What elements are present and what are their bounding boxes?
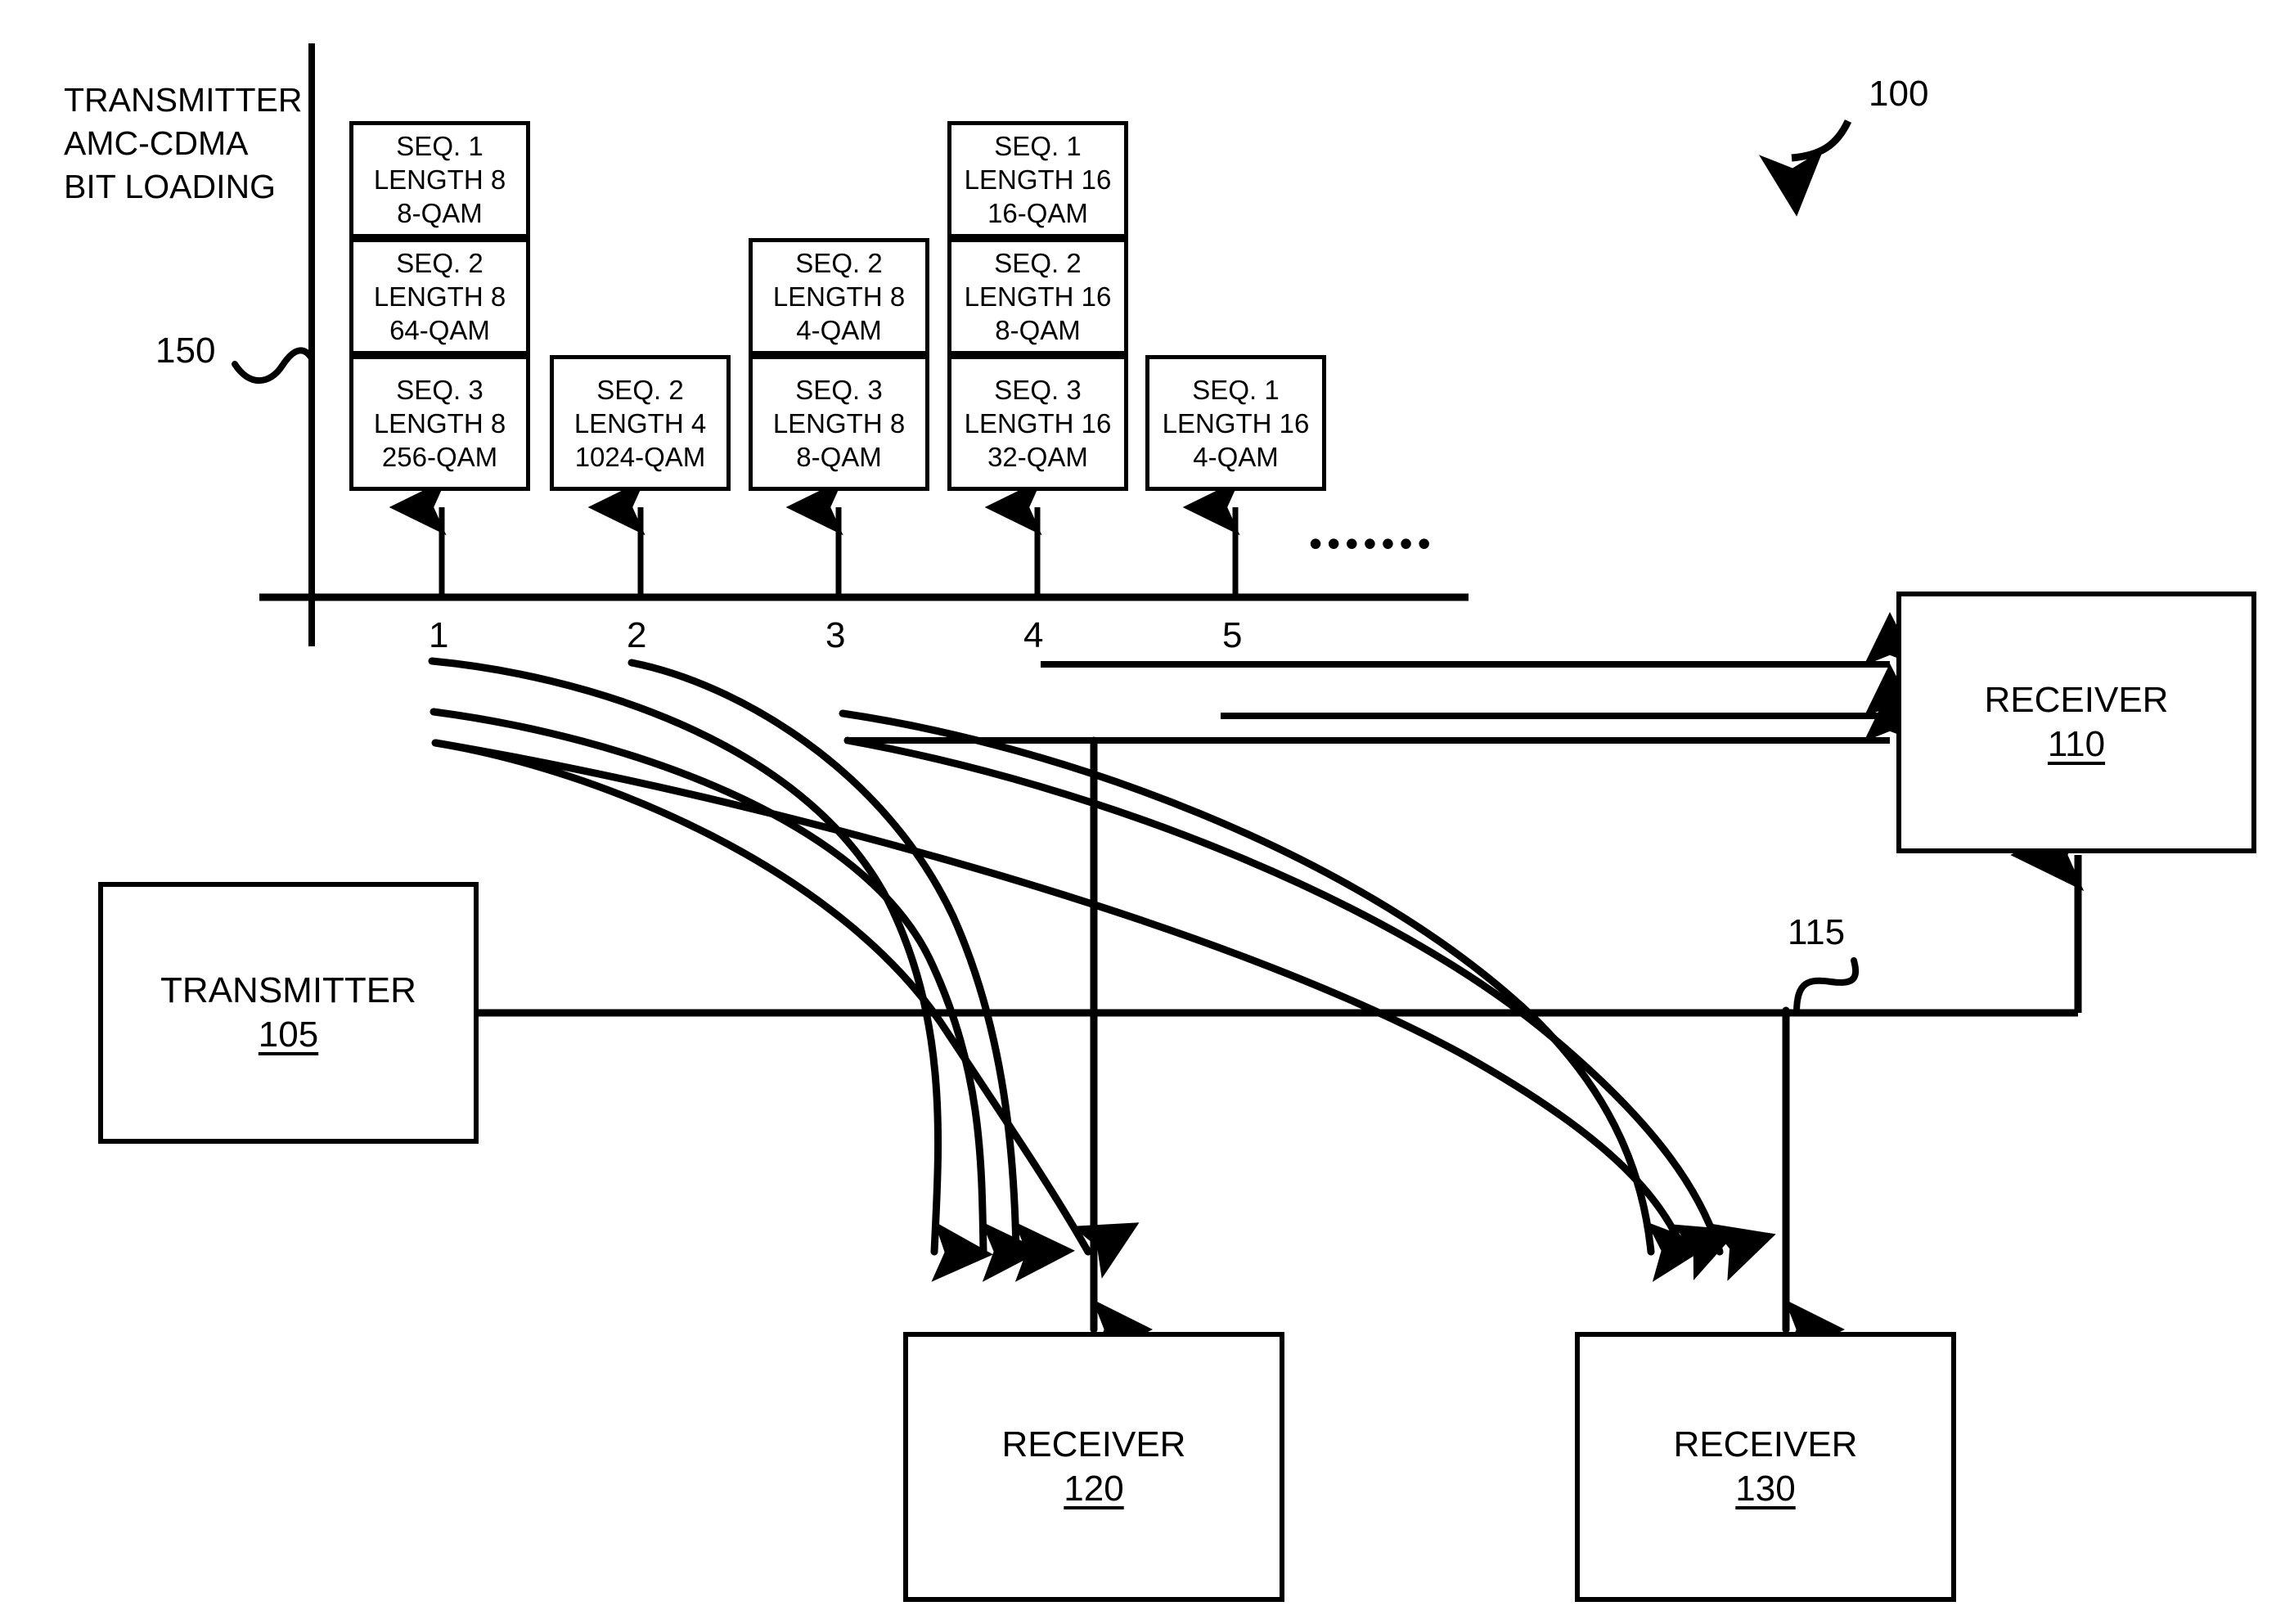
axis-title: TRANSMITTER AMC-CDMA BIT LOADING: [64, 79, 309, 209]
tick-label-4: 4: [1023, 615, 1044, 655]
tick-label-5: 5: [1222, 615, 1243, 655]
seq-label: SEQ. 1: [396, 131, 484, 161]
block-ref: 120: [1064, 1469, 1124, 1509]
block-ref: 105: [258, 1014, 319, 1055]
axis-title-line-1: TRANSMITTER: [64, 81, 303, 119]
seq-length: LENGTH 16: [964, 164, 1112, 195]
seq-length: LENGTH 8: [373, 164, 506, 195]
seq-length: LENGTH 8: [373, 407, 506, 439]
seq-length: LENGTH 8: [772, 407, 906, 439]
ref-115-leader: [1793, 957, 1860, 1016]
seq-label: SEQ. 2: [795, 248, 883, 278]
seq-qam: 256-QAM: [381, 441, 498, 472]
tick-label-2: 2: [627, 615, 647, 655]
seq-qam: 8-QAM: [796, 441, 882, 472]
seq-box[interactable]: SEQ. 3 LENGTH 16 32-QAM: [947, 355, 1128, 491]
seq-label: SEQ. 3: [396, 374, 484, 405]
seq-qam: 16-QAM: [987, 198, 1088, 228]
block-title: RECEIVER: [1984, 680, 2169, 720]
seq-label: SEQ. 3: [994, 374, 1082, 405]
seq-qam: 4-QAM: [1193, 441, 1279, 472]
seq-qam: 64-QAM: [389, 315, 490, 345]
seq-label: SEQ. 2: [396, 248, 484, 278]
seq-length: LENGTH 16: [964, 407, 1112, 439]
seq-box[interactable]: SEQ. 1 LENGTH 8 8-QAM: [349, 121, 530, 238]
seq-label: SEQ. 1: [1192, 374, 1280, 405]
ellipsis-marker: •••••••: [1309, 522, 1436, 565]
seq-box[interactable]: SEQ. 1 LENGTH 16 4-QAM: [1145, 355, 1326, 491]
ref-100: 100: [1869, 74, 1929, 114]
seq-box[interactable]: SEQ. 1 LENGTH 16 16-QAM: [947, 121, 1128, 238]
seq-box[interactable]: SEQ. 2 LENGTH 8 4-QAM: [749, 238, 929, 355]
block-receiver-110[interactable]: RECEIVER 110: [1896, 592, 2256, 853]
seq-label: SEQ. 2: [994, 248, 1082, 278]
seq-box[interactable]: SEQ. 3 LENGTH 8 8-QAM: [749, 355, 929, 491]
tick-label-3: 3: [825, 615, 846, 655]
ref-150-leader: [232, 347, 315, 385]
block-receiver-130[interactable]: RECEIVER 130: [1575, 1332, 1956, 1602]
seq-length: LENGTH 4: [573, 407, 707, 439]
ref-150: 150: [155, 331, 216, 371]
links-to-receiver-130: [432, 709, 1845, 1360]
block-receiver-120[interactable]: RECEIVER 120: [903, 1332, 1284, 1602]
seq-qam: 8-QAM: [995, 315, 1081, 345]
block-title: RECEIVER: [1673, 1424, 1858, 1464]
seq-length: LENGTH 8: [772, 281, 906, 312]
seq-label: SEQ. 3: [795, 374, 883, 405]
block-title: TRANSMITTER: [160, 970, 416, 1010]
ref-100-leader: [1758, 119, 1852, 217]
ref-115: 115: [1788, 912, 1846, 952]
figure-canvas: TRANSMITTER AMC-CDMA BIT LOADING 100 150…: [0, 0, 2276, 1624]
links-to-receiver-110: [845, 612, 1918, 744]
seq-qam: 4-QAM: [796, 315, 882, 345]
block-ref: 130: [1735, 1469, 1796, 1509]
block-transmitter-105[interactable]: TRANSMITTER 105: [98, 882, 479, 1144]
seq-qam: 8-QAM: [397, 198, 483, 228]
seq-label: SEQ. 1: [994, 131, 1082, 161]
seq-qam: 32-QAM: [987, 441, 1088, 472]
seq-length: LENGTH 16: [964, 281, 1112, 312]
seq-label: SEQ. 2: [596, 374, 684, 405]
seq-length: LENGTH 8: [373, 281, 506, 312]
seq-box[interactable]: SEQ. 2 LENGTH 4 1024-QAM: [550, 355, 731, 491]
axis-title-line-2: AMC-CDMA: [64, 124, 249, 162]
seq-qam: 1024-QAM: [574, 441, 706, 472]
seq-box[interactable]: SEQ. 2 LENGTH 16 8-QAM: [947, 238, 1128, 355]
seq-box[interactable]: SEQ. 2 LENGTH 8 64-QAM: [349, 238, 530, 355]
subcarrier-arrows: [389, 479, 1240, 597]
tick-label-1: 1: [429, 615, 449, 655]
block-ref: 110: [2047, 724, 2106, 764]
seq-length: LENGTH 16: [1162, 407, 1310, 439]
axis-title-line-3: BIT LOADING: [64, 168, 276, 205]
seq-box[interactable]: SEQ. 3 LENGTH 8 256-QAM: [349, 355, 530, 491]
block-title: RECEIVER: [1001, 1424, 1186, 1464]
